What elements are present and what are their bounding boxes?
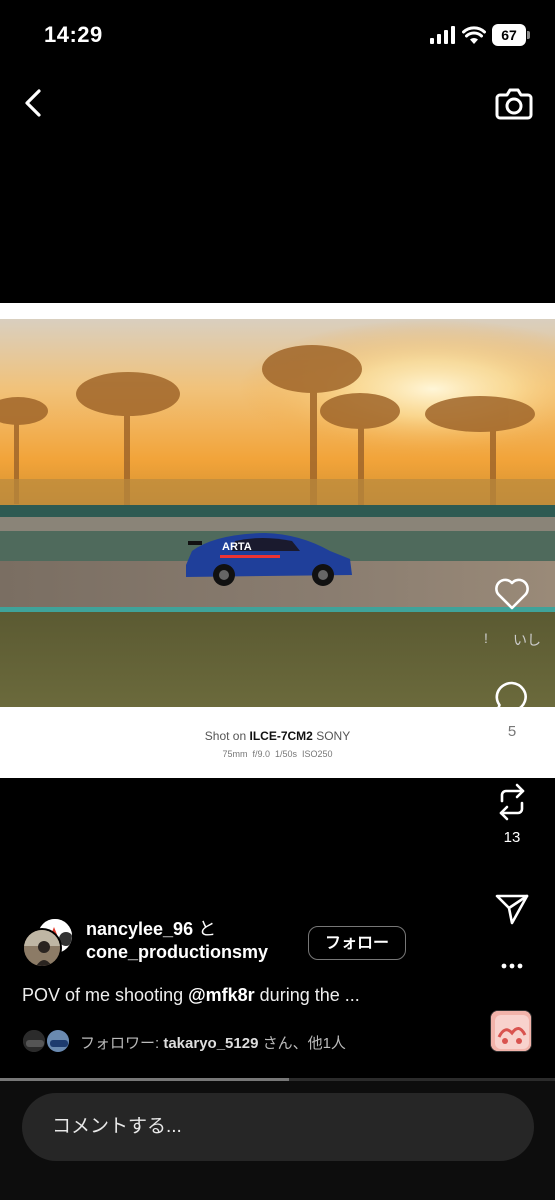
exif-info: Shot on ILCE-7CM2 SONY 75mm f/9.0 1/50s … <box>0 707 555 778</box>
race-car-photo: ARTA <box>0 319 555 707</box>
comment-count: 5 <box>507 723 517 740</box>
post-author: nancylee_96 と cone_productionsmy フォロー <box>22 914 492 970</box>
avatar-image <box>24 930 60 966</box>
comment-bar <box>0 1081 555 1200</box>
repost-icon[interactable] <box>493 781 531 823</box>
follow-button[interactable]: フォロー <box>308 926 406 960</box>
caption-suffix: during the ... <box>254 985 360 1005</box>
author-name-2[interactable]: cone_productionsmy <box>86 941 268 964</box>
avatar-image <box>47 1030 69 1052</box>
follower-avatar <box>46 1029 70 1053</box>
sticker-image <box>491 1011 531 1051</box>
battery-indicator: 67 <box>492 24 530 46</box>
followers-user[interactable]: takaryo_5129 <box>163 1035 258 1052</box>
followers-prefix: フォロワー: <box>80 1035 164 1052</box>
more-options-action[interactable] <box>486 959 538 973</box>
comment-action[interactable]: 5 <box>486 679 538 740</box>
more-dots-icon[interactable] <box>493 959 531 973</box>
author-names[interactable]: nancylee_96 と cone_productionsmy <box>86 918 268 964</box>
repost-count: 13 <box>503 829 521 846</box>
exif-settings: 75mm f/9.0 1/50s ISO250 <box>222 749 333 759</box>
wifi-icon <box>462 26 486 44</box>
followers-row[interactable]: フォロワー: takaryo_5129 さん、他1人 <box>22 1027 482 1055</box>
like-action[interactable]: ! いし <box>484 575 541 648</box>
comment-bubble-icon[interactable] <box>493 679 531 717</box>
comment-input[interactable] <box>22 1093 534 1161</box>
follower-avatar <box>22 1029 46 1053</box>
status-time: 14:29 <box>44 22 103 47</box>
camera-icon[interactable] <box>494 83 534 123</box>
author-joiner: と <box>198 919 217 939</box>
battery-nub <box>527 31 530 39</box>
exif-brand: SONY <box>316 729 351 743</box>
like-sub-left: ! <box>484 630 488 646</box>
post-media-card[interactable]: ARTA Shot on ILCE-7CM2 SONY 75mm f/9.0 1… <box>0 303 555 778</box>
battery-level: 67 <box>492 24 526 46</box>
like-sub-right: いし <box>513 632 541 648</box>
share-action[interactable] <box>486 891 538 927</box>
post-caption[interactable]: POV of me shooting @mfk8r during the ... <box>22 985 462 1006</box>
photo-illustration: ARTA <box>0 319 555 707</box>
avatar-image <box>23 1030 45 1052</box>
send-paper-plane-icon[interactable] <box>493 891 531 927</box>
exif-camera-line: Shot on ILCE-7CM2 SONY <box>0 729 555 743</box>
heart-icon[interactable] <box>493 575 531 611</box>
status-bar: 14:29 67 <box>0 0 555 70</box>
back-arrow-icon[interactable] <box>18 86 52 120</box>
car-livery-text: ARTA <box>222 541 252 553</box>
author-name-1[interactable]: nancylee_96 <box>86 919 193 939</box>
audio-sticker-thumbnail[interactable] <box>490 1010 532 1052</box>
exif-model: ILCE-7CM2 <box>249 729 313 743</box>
cellular-signal-icon <box>430 26 455 44</box>
repost-action[interactable]: 13 <box>486 781 538 846</box>
followers-suffix: さん、他1人 <box>258 1035 346 1052</box>
caption-prefix: POV of me shooting <box>22 985 189 1005</box>
exif-shot-on: Shot on <box>204 729 247 743</box>
avatar-nancylee[interactable] <box>22 928 62 968</box>
followers-text: フォロワー: takaryo_5129 さん、他1人 <box>80 1032 346 1053</box>
caption-mention[interactable]: @mfk8r <box>188 985 255 1005</box>
